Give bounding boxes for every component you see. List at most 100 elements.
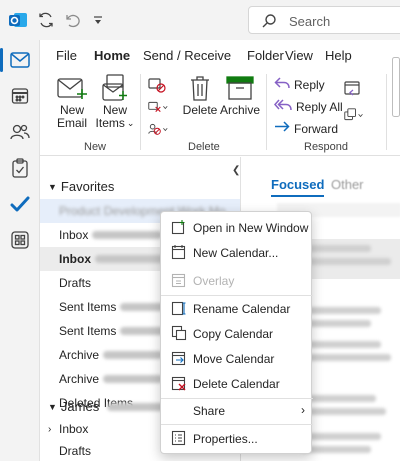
- new-email-label-2: Email: [56, 116, 87, 130]
- delete-button[interactable]: Delete: [182, 74, 218, 117]
- ribbon-separator: [140, 74, 141, 150]
- folder-label: Archive: [59, 372, 100, 386]
- reply-all-label: Reply All: [296, 99, 343, 114]
- redacted-text: [92, 231, 163, 239]
- message-row[interactable]: [301, 341, 400, 367]
- meeting-reply-icon[interactable]: [344, 80, 364, 98]
- reply-label: Reply: [294, 77, 325, 92]
- menu-new-calendar[interactable]: New Calendar...: [161, 240, 313, 265]
- search-icon: [261, 13, 277, 32]
- menu-open-in-new-window[interactable]: Open in New Window: [161, 215, 313, 240]
- redacted-text: [103, 375, 164, 383]
- menu-copy-calendar[interactable]: Copy Calendar: [161, 321, 313, 346]
- redacted-text: [95, 255, 165, 263]
- ribbon-overflow-icon[interactable]: [392, 57, 400, 117]
- message-row[interactable]: [301, 395, 400, 421]
- tab-file[interactable]: File: [56, 48, 77, 63]
- tab-help[interactable]: Help: [325, 48, 352, 63]
- calendar-icon: [171, 244, 187, 260]
- people-icon[interactable]: [8, 120, 32, 144]
- tasks-icon[interactable]: [8, 156, 32, 180]
- folder-label: Inbox: [59, 228, 89, 242]
- delete-calendar-icon: [171, 375, 187, 391]
- new-email-button[interactable]: New Email: [54, 74, 90, 130]
- tab-folder[interactable]: Folder: [247, 48, 284, 63]
- archive-label: Archive: [220, 103, 261, 117]
- junk-icon[interactable]: [148, 120, 168, 138]
- new-items-icon: [94, 74, 136, 102]
- group-label-delete: Delete: [188, 141, 220, 153]
- reply-all-button[interactable]: Reply All: [273, 98, 343, 115]
- delete-label: Delete: [182, 103, 218, 117]
- ribbon-separator: [386, 74, 387, 150]
- account-header[interactable]: ▼ James: [48, 399, 168, 414]
- chevron-right-icon: ›: [48, 423, 52, 435]
- chevron-down-icon: ▼: [48, 181, 57, 192]
- menu-label: Copy Calendar: [193, 326, 274, 341]
- clean-up-icon[interactable]: [148, 98, 168, 116]
- new-items-button[interactable]: New Items ⌄: [94, 74, 136, 130]
- redacted-text: [301, 408, 386, 415]
- message-row[interactable]: [301, 307, 400, 333]
- tab-send-receive[interactable]: Send / Receive: [143, 48, 231, 63]
- move-icon: [171, 350, 187, 366]
- tab-focused[interactable]: Focused: [271, 177, 325, 197]
- message-row[interactable]: [301, 239, 400, 279]
- trash-icon: [182, 74, 218, 102]
- group-label-new: New: [84, 141, 107, 153]
- menu-share[interactable]: Share ›: [161, 398, 313, 423]
- app-bar: [0, 40, 40, 461]
- redacted-text: [103, 351, 164, 359]
- quick-access-dropdown-icon[interactable]: [88, 10, 108, 30]
- calendar-icon[interactable]: [8, 84, 32, 108]
- sync-icon[interactable]: [36, 10, 56, 30]
- new-items-label-row: Items ⌄: [94, 117, 136, 130]
- menu-rename-calendar[interactable]: Rename Calendar: [161, 296, 313, 321]
- new-email-icon: [54, 74, 90, 102]
- search-input[interactable]: Search: [248, 6, 400, 34]
- favorites-header[interactable]: ▼ Favorites: [48, 179, 114, 194]
- menu-label: Open in New Window: [193, 220, 309, 235]
- menu-label: Overlay: [193, 273, 235, 288]
- reply-button[interactable]: Reply: [274, 76, 325, 93]
- menu-properties[interactable]: Properties...: [161, 426, 313, 451]
- group-label-respond: Respond: [304, 141, 349, 153]
- todo-icon[interactable]: [8, 192, 32, 216]
- archive-button[interactable]: Archive: [220, 74, 260, 117]
- search-placeholder: Search: [289, 14, 331, 29]
- menu-label: Move Calendar: [193, 351, 275, 366]
- redacted-text: [301, 341, 381, 348]
- undo-icon[interactable]: [62, 10, 82, 30]
- redacted-text: [301, 433, 381, 440]
- message-row[interactable]: [301, 433, 400, 459]
- ribbon-tabs: File Home Send / Receive Folder View Hel…: [40, 44, 400, 70]
- new-window-icon: [171, 219, 187, 235]
- title-bar: Search: [0, 0, 400, 40]
- tab-other[interactable]: Other: [331, 177, 364, 192]
- tab-home[interactable]: Home: [94, 48, 131, 70]
- ribbon-separator: [266, 74, 267, 150]
- menu-label: Delete Calendar: [193, 376, 280, 391]
- menu-delete-calendar[interactable]: Delete Calendar: [161, 371, 313, 396]
- more-respond-icon[interactable]: [344, 106, 364, 124]
- forward-button[interactable]: Forward: [274, 120, 338, 137]
- folder-label: Drafts: [59, 444, 92, 458]
- folder-label: Inbox: [59, 252, 91, 266]
- account-label: James: [60, 399, 100, 414]
- menu-move-calendar[interactable]: Move Calendar: [161, 346, 313, 371]
- menu-label: Properties...: [193, 431, 258, 446]
- properties-icon: [171, 430, 187, 446]
- folder-label: Inbox: [59, 422, 89, 436]
- new-items-label-2: Items: [95, 116, 125, 130]
- menu-overlay[interactable]: Overlay: [161, 268, 313, 293]
- reply-all-icon: [273, 98, 292, 115]
- folder-label: Drafts: [59, 276, 92, 290]
- folder-label: Archive: [59, 348, 100, 362]
- mail-icon[interactable]: [0, 48, 32, 72]
- copy-icon: [171, 325, 187, 341]
- context-menu: Open in New Window New Calendar... Overl…: [160, 211, 313, 454]
- ignore-icon[interactable]: [148, 76, 168, 94]
- menu-label: Share: [193, 403, 226, 418]
- apps-icon[interactable]: [8, 228, 32, 252]
- tab-view[interactable]: View: [285, 48, 313, 63]
